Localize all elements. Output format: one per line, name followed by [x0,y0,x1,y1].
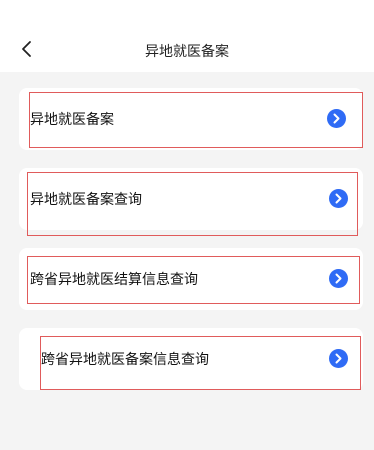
chevron-right-circle-icon[interactable] [329,349,348,368]
menu-item-label: 跨省异地就医备案信息查询 [41,352,209,368]
chevron-right-circle-icon[interactable] [327,109,346,128]
header-bar: 异地就医备案 [0,0,374,72]
menu-item-cross-province-settlement-query[interactable]: 跨省异地就医结算信息查询 [19,248,363,310]
page-title: 异地就医备案 [145,44,229,60]
menu-item-filing-query[interactable]: 异地就医备案查询 [19,168,363,236]
menu-item-label: 异地就医备案 [30,112,114,128]
chevron-right-circle-icon[interactable] [329,189,348,208]
chevron-right-circle-icon[interactable] [329,269,348,288]
menu-item-remote-medical-filing[interactable]: 异地就医备案 [19,88,363,150]
menu-item-label: 跨省异地就医结算信息查询 [30,272,198,288]
menu-item-cross-province-filing-query[interactable]: 跨省异地就医备案信息查询 [19,328,363,390]
menu-list: 异地就医备案 异地就医备案查询 跨省异地就医结算信息查询 跨省异地就医备案信息查… [0,72,374,450]
menu-item-label: 异地就医备案查询 [30,192,142,208]
